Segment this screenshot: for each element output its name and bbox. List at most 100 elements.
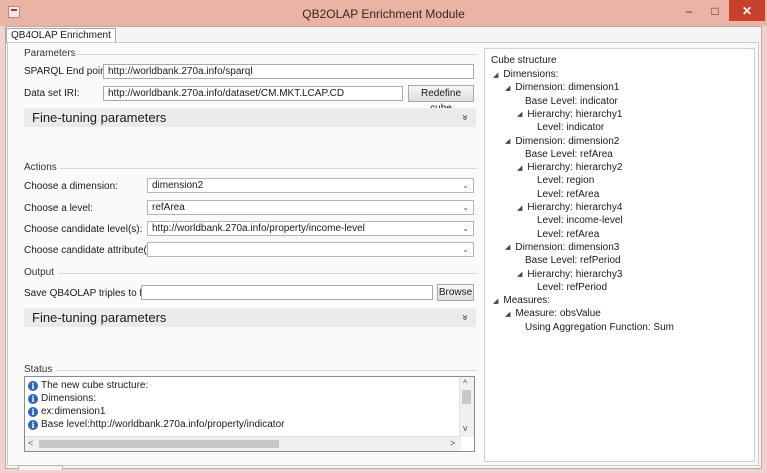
parameters-divider xyxy=(72,54,477,55)
tree-node[interactable]: ◢ Dimension: dimension3 xyxy=(505,241,619,254)
candidate-attributes-label: Choose candidate attribute(s): xyxy=(24,245,158,256)
sparql-endpoint-input[interactable]: http://worldbank.270a.info/sparql xyxy=(103,64,474,79)
output-fine-tuning-expander[interactable]: Fine-tuning parameters » xyxy=(24,308,476,327)
parameters-fine-tuning-expander[interactable]: Fine-tuning parameters » xyxy=(24,108,476,127)
vertical-scrollbar[interactable]: ^ v xyxy=(459,377,474,437)
maximize-button[interactable]: □ xyxy=(702,0,728,21)
window-title: QB2OLAP Enrichment Module xyxy=(302,7,465,21)
info-icon: i xyxy=(28,380,38,391)
chevron-down-icon: ⌄ xyxy=(462,181,469,190)
tree-node[interactable]: ◢ Dimension: dimension2 xyxy=(505,135,619,148)
chevron-down-icon: » xyxy=(459,114,471,121)
status-line-text: ex:dimension1 xyxy=(41,406,106,417)
scroll-up-icon[interactable]: ^ xyxy=(463,378,467,388)
tree-node[interactable]: Level: refArea xyxy=(537,228,599,241)
bottom-button[interactable] xyxy=(18,465,63,470)
scrollbar-thumb[interactable] xyxy=(39,440,279,448)
tree-node-label: Level: refArea xyxy=(537,188,600,200)
tree-node-label: Level: income-level xyxy=(537,215,623,227)
list-item: i Dimensions: xyxy=(28,392,96,405)
scrollbar-thumb[interactable] xyxy=(462,390,471,404)
status-line-text: Dimensions: xyxy=(41,393,97,404)
scroll-left-icon[interactable]: < xyxy=(28,438,33,448)
status-group-label: Status xyxy=(24,364,53,375)
tree-node[interactable]: Using Aggregation Function: Sum xyxy=(525,321,674,334)
tree-node[interactable]: ◢ Hierarchy: hierarchy4 xyxy=(517,201,622,214)
tree-node-label: Base Level: indicator xyxy=(525,95,618,107)
close-button[interactable]: ✕ xyxy=(729,0,765,21)
choose-level-label: Choose a level: xyxy=(24,203,93,214)
tree-node-label: Measures: xyxy=(503,295,551,307)
expand-arrow-icon[interactable]: ◢ xyxy=(517,164,522,172)
tree-node[interactable]: Level: refArea xyxy=(537,188,599,201)
tree-node-label: Dimension: dimension2 xyxy=(515,135,620,147)
chevron-down-icon: ⌄ xyxy=(462,203,469,212)
tree-node[interactable]: ◢ Dimension: dimension1 xyxy=(505,81,619,94)
horizontal-scrollbar[interactable]: < > xyxy=(25,436,461,451)
expand-arrow-icon[interactable]: ◢ xyxy=(505,310,510,318)
candidate-attributes-select[interactable]: ⌄ xyxy=(147,242,474,257)
tab-qb4olap-enrichment[interactable]: QB4OLAP Enrichment xyxy=(6,28,116,43)
tree-node-label: Level: refPeriod xyxy=(537,281,608,293)
tree-node-label: Hierarchy: hierarchy3 xyxy=(527,268,623,280)
candidate-levels-select[interactable]: http://worldbank.270a.info/property/inco… xyxy=(147,221,474,236)
dataset-iri-label: Data set IRI: xyxy=(24,88,80,99)
scroll-down-icon[interactable]: v xyxy=(463,423,468,433)
tree-node-label: Level: indicator xyxy=(537,122,605,134)
tree-node[interactable]: Level: indicator xyxy=(537,121,604,134)
expand-arrow-icon[interactable]: ◢ xyxy=(505,84,510,92)
dimension-select[interactable]: dimension2 ⌄ xyxy=(147,178,474,193)
cube-structure-title: Cube structure xyxy=(491,55,557,66)
expand-arrow-icon[interactable]: ◢ xyxy=(517,270,522,278)
tree-node[interactable]: ◢ Hierarchy: hierarchy3 xyxy=(517,268,622,281)
expand-arrow-icon[interactable]: ◢ xyxy=(517,204,522,212)
tree-node[interactable]: ◢ Measures: xyxy=(493,294,550,307)
choose-dimension-label: Choose a dimension: xyxy=(24,181,118,192)
tree-node[interactable]: Base Level: indicator xyxy=(525,95,618,108)
tree-node-label: Base Level: refArea xyxy=(525,148,613,160)
info-icon: i xyxy=(28,419,38,430)
dataset-iri-input[interactable]: http://worldbank.270a.info/dataset/CM.MK… xyxy=(103,86,403,101)
tree-node[interactable]: Level: region xyxy=(537,174,594,187)
expand-arrow-icon[interactable]: ◢ xyxy=(505,243,510,251)
level-select[interactable]: refArea ⌄ xyxy=(147,200,474,215)
save-triples-input[interactable] xyxy=(141,285,433,300)
info-icon: i xyxy=(28,393,38,404)
tree-node-label: Hierarchy: hierarchy2 xyxy=(527,162,623,174)
tree-node[interactable]: ◢ Hierarchy: hierarchy2 xyxy=(517,161,622,174)
sparql-endpoint-label: SPARQL End point: xyxy=(24,66,112,77)
actions-group-label: Actions xyxy=(24,162,57,173)
list-item: i Base level:http://worldbank.270a.info/… xyxy=(28,418,284,431)
candidate-levels-label: Choose candidate level(s): xyxy=(24,224,143,235)
output-fine-tuning-label: Fine-tuning parameters xyxy=(32,310,167,325)
dimension-select-value: dimension2 xyxy=(152,180,204,191)
chevron-down-icon: » xyxy=(459,314,471,321)
redefine-cube-button[interactable]: Redefine cube xyxy=(408,85,474,114)
info-icon: i xyxy=(28,406,38,417)
tree-node-label: Dimension: dimension3 xyxy=(515,241,620,253)
status-log[interactable]: i The new cube structure: i Dimensions: … xyxy=(24,376,475,452)
tree-node[interactable]: ◢ Dimensions: xyxy=(493,68,558,81)
save-triples-label: Save QB4OLAP triples to file: xyxy=(24,288,155,299)
expand-arrow-icon[interactable]: ◢ xyxy=(517,110,522,118)
status-divider xyxy=(56,370,477,371)
tree-node-label: Dimension: dimension1 xyxy=(515,82,620,94)
tree-node[interactable]: Level: refPeriod xyxy=(537,281,607,294)
output-divider xyxy=(58,273,477,274)
tree-node-label: Dimensions: xyxy=(503,69,559,80)
minimize-button[interactable]: – xyxy=(676,0,702,21)
scroll-right-icon[interactable]: > xyxy=(450,438,455,448)
candidate-levels-value: http://worldbank.270a.info/property/inco… xyxy=(152,223,365,234)
tree-node[interactable]: Level: income-level xyxy=(537,214,623,227)
list-item: i The new cube structure: xyxy=(28,379,148,392)
expand-arrow-icon[interactable]: ◢ xyxy=(493,71,498,79)
status-line-text: Base level:http://worldbank.270a.info/pr… xyxy=(41,419,285,430)
tree-node[interactable]: ◢ Hierarchy: hierarchy1 xyxy=(517,108,622,121)
chevron-down-icon: ⌄ xyxy=(462,224,469,233)
tree-node[interactable]: Base Level: refPeriod xyxy=(525,254,621,267)
tree-node[interactable]: Base Level: refArea xyxy=(525,148,613,161)
expand-arrow-icon[interactable]: ◢ xyxy=(493,297,498,305)
expand-arrow-icon[interactable]: ◢ xyxy=(505,137,510,145)
browse-button[interactable]: Browse xyxy=(437,284,474,301)
tree-node[interactable]: ◢ Measure: obsValue xyxy=(505,307,601,320)
